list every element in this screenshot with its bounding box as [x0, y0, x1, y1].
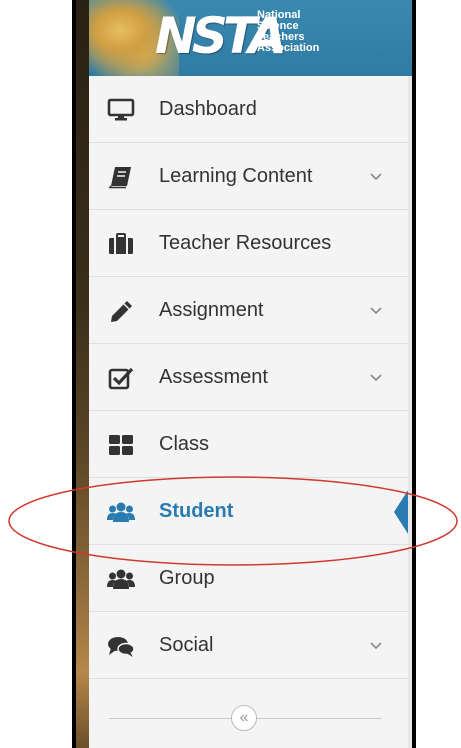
- sidebar-item-label: Student: [159, 500, 234, 522]
- sidebar-item-dashboard[interactable]: Dashboard: [89, 76, 412, 143]
- users-icon: [107, 567, 135, 591]
- sidebar-inner-border: [408, 76, 412, 748]
- sidebar-item-assignment[interactable]: Assignment: [89, 277, 412, 344]
- sidebar-item-teacher-resources[interactable]: Teacher Resources: [89, 210, 412, 277]
- sidebar-collapse-row: «: [89, 690, 412, 748]
- sidebar-item-label: Assignment: [159, 299, 264, 321]
- chevron-down-icon[interactable]: [368, 302, 384, 318]
- briefcase-icon: [107, 232, 135, 256]
- sidebar-item-class[interactable]: Class: [89, 411, 412, 478]
- sidebar-item-label: Dashboard: [159, 98, 257, 120]
- sidebar-item-learning-content[interactable]: Learning Content: [89, 143, 412, 210]
- logo-org-name: National Science Teachers Association: [257, 10, 321, 54]
- sidebar-item-label: Class: [159, 433, 210, 455]
- app-header: NSTA National Science Teachers Associati…: [89, 0, 412, 76]
- sidebar-item-label: Assessment: [159, 366, 268, 388]
- sidebar-item-label: Teacher Resources: [159, 232, 332, 254]
- sidebar-item-label: Social: [159, 634, 214, 656]
- sidebar-item-assessment[interactable]: Assessment: [89, 344, 412, 411]
- collapse-sidebar-button[interactable]: «: [231, 705, 257, 731]
- sidebar-item-student[interactable]: Student: [89, 478, 412, 545]
- checkbox-icon: [107, 366, 135, 390]
- sidebar-item-label: Learning Content: [159, 165, 313, 187]
- sidebar-item-label: Group: [159, 567, 215, 589]
- pencil-icon: [107, 299, 135, 323]
- chevron-down-icon[interactable]: [368, 637, 384, 653]
- monitor-icon: [107, 98, 135, 122]
- users-icon: [107, 500, 135, 524]
- comments-icon: [107, 634, 135, 658]
- sidebar-item-group[interactable]: Group: [89, 545, 412, 612]
- sidebar-item-social[interactable]: Social: [89, 612, 412, 679]
- grid-icon: [107, 433, 135, 457]
- book-icon: [107, 165, 135, 189]
- sidebar-menu: Dashboard Learning Content Teacher Resou…: [89, 76, 412, 748]
- background-strip: [76, 0, 89, 748]
- chevron-down-icon[interactable]: [368, 369, 384, 385]
- org-name-line: Association: [257, 42, 320, 54]
- chevron-down-icon[interactable]: [368, 168, 384, 184]
